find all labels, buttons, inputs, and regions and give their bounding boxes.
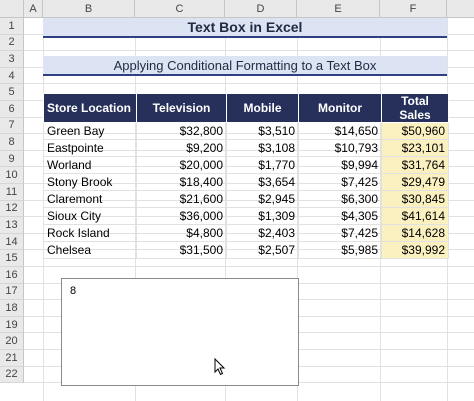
total-sales-cell[interactable]: $31,764 [381,156,449,174]
row-header-22[interactable]: 22 [0,366,24,384]
row-header-12[interactable]: 12 [0,200,24,218]
sheet-subtitle: Applying Conditional Formatting to a Tex… [43,56,447,76]
row-header-4[interactable]: 4 [0,67,24,85]
store-location-cell[interactable]: Eastpointe [43,139,137,157]
row-header-5[interactable]: 5 [0,84,24,101]
mobile-cell[interactable]: $3,510 [226,122,299,140]
television-cell[interactable]: $32,800 [136,122,227,140]
monitor-cell[interactable]: $5,985 [298,241,382,259]
total-sales-cell[interactable]: $41,614 [381,207,449,225]
mouse-pointer-icon [214,358,226,376]
table-row: Worland $20,000 $1,770 $9,994 $31,764 [43,156,449,174]
total-sales-cell[interactable]: $14,628 [381,224,449,242]
store-location-cell[interactable]: Chelsea [43,241,137,259]
row-header-20[interactable]: 20 [0,333,24,350]
mobile-cell[interactable]: $3,654 [226,173,299,191]
header-store-location[interactable]: Store Location [43,93,137,123]
monitor-cell[interactable]: $7,425 [298,173,382,191]
table-row: Chelsea $31,500 $2,507 $5,985 $39,992 [43,241,449,259]
television-cell[interactable]: $21,600 [136,190,227,208]
column-header-f[interactable]: F [380,0,447,18]
row-header-11[interactable]: 11 [0,184,24,201]
column-header-g[interactable] [447,0,474,18]
total-sales-cell[interactable]: $39,992 [381,241,449,259]
table-body: Green Bay $32,800 $3,510 $14,650 $50,960 East… [43,122,449,259]
mobile-cell[interactable]: $1,770 [226,156,299,174]
row-header-13[interactable]: 13 [0,217,24,234]
television-cell[interactable]: $31,500 [136,241,227,259]
row-header-14[interactable]: 14 [0,233,24,251]
text-box[interactable]: 8 [61,278,299,386]
gridline [24,266,474,267]
row-header-6[interactable]: 6 [0,101,24,118]
monitor-cell[interactable]: $14,650 [298,122,382,140]
row-header-17[interactable]: 17 [0,283,24,301]
row-header-7[interactable]: 7 [0,117,24,135]
table-row: Eastpointe $9,200 $3,108 $10,793 $23,101 [43,139,449,157]
select-all-corner[interactable] [0,0,24,18]
mobile-cell[interactable]: $3,108 [226,139,299,157]
total-sales-cell[interactable]: $23,101 [381,139,449,157]
gridline [24,50,474,52]
monitor-cell[interactable]: $9,994 [298,156,382,174]
store-location-cell[interactable]: Green Bay [43,122,137,140]
television-cell[interactable]: $20,000 [136,156,227,174]
row-header-19[interactable]: 19 [0,316,24,334]
column-header-d[interactable]: D [225,0,297,18]
store-location-cell[interactable]: Claremont [43,190,137,208]
column-header-a[interactable]: A [24,0,43,18]
table-header-row: Store Location Television Mobile Monitor… [43,93,449,123]
spreadsheet: A B C D E F 1 2 3 4 5 6 7 8 9 10 11 12 13 14 15 16 17 18 1… [0,0,474,401]
table-row: Stony Brook $18,400 $3,654 $7,425 $29,479 [43,173,449,191]
row-header-15[interactable]: 15 [0,250,24,267]
table-row: Sioux City $36,000 $1,309 $4,305 $41,614 [43,207,449,225]
header-monitor[interactable]: Monitor [298,93,382,123]
store-location-cell[interactable]: Sioux City [43,207,137,225]
column-header-b[interactable]: B [43,0,135,18]
mobile-cell[interactable]: $1,309 [226,207,299,225]
row-header-16[interactable]: 16 [0,267,24,284]
monitor-cell[interactable]: $10,793 [298,139,382,157]
television-cell[interactable]: $9,200 [136,139,227,157]
mobile-cell[interactable]: $2,945 [226,190,299,208]
column-header-e[interactable]: E [297,0,380,18]
table-row: Green Bay $32,800 $3,510 $14,650 $50,960 [43,122,449,140]
row-header-18[interactable]: 18 [0,300,24,317]
text-box-value: 8 [70,285,77,297]
monitor-cell[interactable]: $4,305 [298,207,382,225]
store-location-cell[interactable]: Worland [43,156,137,174]
total-sales-cell[interactable]: $29,479 [381,173,449,191]
total-sales-cell[interactable]: $30,845 [381,190,449,208]
header-television[interactable]: Television [136,93,227,123]
store-location-cell[interactable]: Rock Island [43,224,137,242]
television-cell[interactable]: $18,400 [136,173,227,191]
row-header-3[interactable]: 3 [0,51,24,68]
mobile-cell[interactable]: $2,507 [226,241,299,259]
monitor-cell[interactable]: $7,425 [298,224,382,242]
sales-table: Store Location Television Mobile Monitor… [43,93,449,259]
row-header-8[interactable]: 8 [0,134,24,151]
row-header-2[interactable]: 2 [0,34,24,52]
header-total-sales[interactable]: Total Sales [381,93,449,123]
table-row: Claremont $21,600 $2,945 $6,300 $30,845 [43,190,449,208]
television-cell[interactable]: $4,800 [136,224,227,242]
total-sales-cell[interactable]: $50,960 [381,122,449,140]
sheet-title: Text Box in Excel [43,18,447,38]
monitor-cell[interactable]: $6,300 [298,190,382,208]
row-header-21[interactable]: 21 [0,350,24,367]
table-row: Rock Island $4,800 $2,403 $7,425 $14,628 [43,224,449,242]
store-location-cell[interactable]: Stony Brook [43,173,137,191]
gridline [24,83,474,85]
row-header-1[interactable]: 1 [0,18,24,35]
column-header-c[interactable]: C [135,0,225,18]
row-header-9[interactable]: 9 [0,150,24,168]
row-header-10[interactable]: 10 [0,167,24,184]
television-cell[interactable]: $36,000 [136,207,227,225]
mobile-cell[interactable]: $2,403 [226,224,299,242]
header-mobile[interactable]: Mobile [226,93,299,123]
